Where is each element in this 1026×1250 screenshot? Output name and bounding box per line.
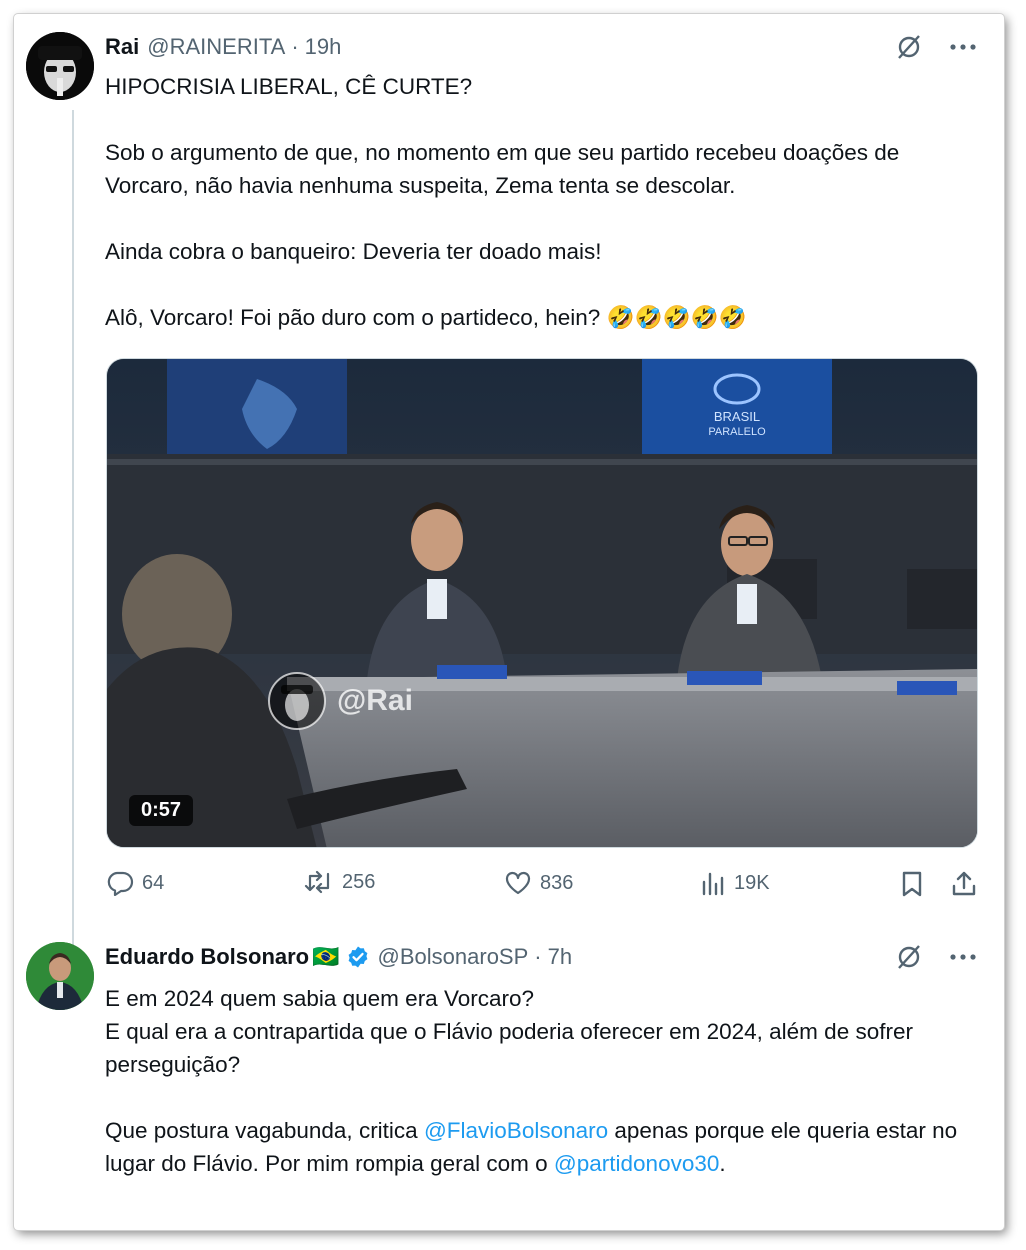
- repost-count: 256: [342, 870, 376, 893]
- verified-badge-icon: [346, 945, 370, 969]
- tweet-actions: 64 256 836 19K: [106, 870, 986, 906]
- like-count: 836: [540, 871, 574, 894]
- share-button[interactable]: [950, 870, 978, 898]
- brazil-flag: 🇧🇷: [312, 944, 340, 969]
- thread-connector-line: [72, 110, 74, 950]
- avatar-rai[interactable]: [26, 32, 94, 100]
- watermark-text: @Rai: [337, 684, 413, 717]
- tweet-top-icons: [894, 942, 978, 972]
- tweet-paragraph: Sob o argumento de que, no momento em qu…: [105, 140, 906, 198]
- separator-dot: ·: [534, 944, 542, 969]
- author-handle[interactable]: @BolsonaroSP: [378, 944, 529, 970]
- tweet-text: E em 2024 quem sabia quem era Vorcaro? E…: [105, 982, 975, 1180]
- text-segment: Que postura vagabunda, critica: [105, 1118, 424, 1143]
- timestamp[interactable]: 19h: [305, 34, 342, 60]
- video-watermark: @Rai: [267, 671, 413, 731]
- tweet-paragraph: E em 2024 quem sabia quem era Vorcaro?: [105, 986, 535, 1011]
- grok-icon[interactable]: [894, 32, 924, 62]
- reply-count: 64: [142, 871, 165, 894]
- more-options-icon[interactable]: [948, 942, 978, 972]
- like-button[interactable]: 836: [504, 870, 573, 896]
- repost-icon: [304, 870, 330, 894]
- avatar-eduardo[interactable]: [26, 942, 94, 1010]
- author-handle[interactable]: @RAINERITA: [147, 34, 285, 60]
- bookmark-button[interactable]: [900, 870, 924, 898]
- mention-flaviobolsonaro[interactable]: @FlavioBolsonaro: [424, 1118, 608, 1143]
- tweet-paragraph: Ainda cobra o banqueiro: Deveria ter doa…: [105, 239, 602, 264]
- tweet-header: Eduardo Bolsonaro 🇧🇷 @BolsonaroSP · 7h: [105, 944, 572, 970]
- timestamp[interactable]: 7h: [548, 944, 572, 970]
- tweet-top-icons: [894, 32, 978, 62]
- views-button[interactable]: 19K: [700, 870, 770, 896]
- screen-text-brasil: BRASIL: [714, 409, 760, 424]
- mention-partidonovo30[interactable]: @partidonovo30: [554, 1151, 719, 1176]
- video-player[interactable]: BRASIL PARALELO @Rai 0:57: [106, 358, 978, 848]
- video-duration: 0:57: [129, 795, 194, 826]
- tweet-paragraph: HIPOCRISIA LIBERAL, CÊ CURTE?: [105, 74, 473, 99]
- tweet-paragraph: E qual era a contrapartida que o Flávio …: [105, 1019, 920, 1077]
- bookmark-icon: [902, 871, 922, 897]
- text-segment: .: [719, 1151, 726, 1176]
- tweet-text: HIPOCRISIA LIBERAL, CÊ CURTE? Sob o argu…: [105, 70, 985, 334]
- views-icon: [702, 872, 724, 896]
- separator-dot: ·: [291, 34, 299, 59]
- tweet-paragraph: Alô, Vorcaro! Foi pão duro com o partide…: [105, 305, 747, 330]
- repost-button[interactable]: 256: [304, 870, 375, 894]
- video-frame: BRASIL PARALELO: [107, 359, 977, 847]
- tweet-thread: Rai @RAINERITA · 19h HIPOCRISIA LIBERAL,…: [14, 14, 1004, 1230]
- grok-icon[interactable]: [894, 942, 924, 972]
- tweet-header: Rai @RAINERITA · 19h: [105, 34, 341, 60]
- avatar-image: [26, 32, 94, 100]
- screen-text-paralelo: PARALELO: [708, 426, 766, 438]
- views-count: 19K: [734, 871, 770, 894]
- author-name[interactable]: Eduardo Bolsonaro: [105, 944, 309, 970]
- avatar-image: [26, 942, 94, 1010]
- reply-icon: [107, 871, 134, 896]
- watermark-avatar-icon: [268, 672, 326, 730]
- tweet-paragraph: Que postura vagabunda, critica @FlavioBo…: [105, 1114, 975, 1180]
- share-icon: [952, 871, 976, 896]
- reply-button[interactable]: 64: [106, 870, 164, 896]
- more-options-icon[interactable]: [948, 32, 978, 62]
- heart-icon: [505, 871, 531, 895]
- author-name[interactable]: Rai: [105, 34, 139, 60]
